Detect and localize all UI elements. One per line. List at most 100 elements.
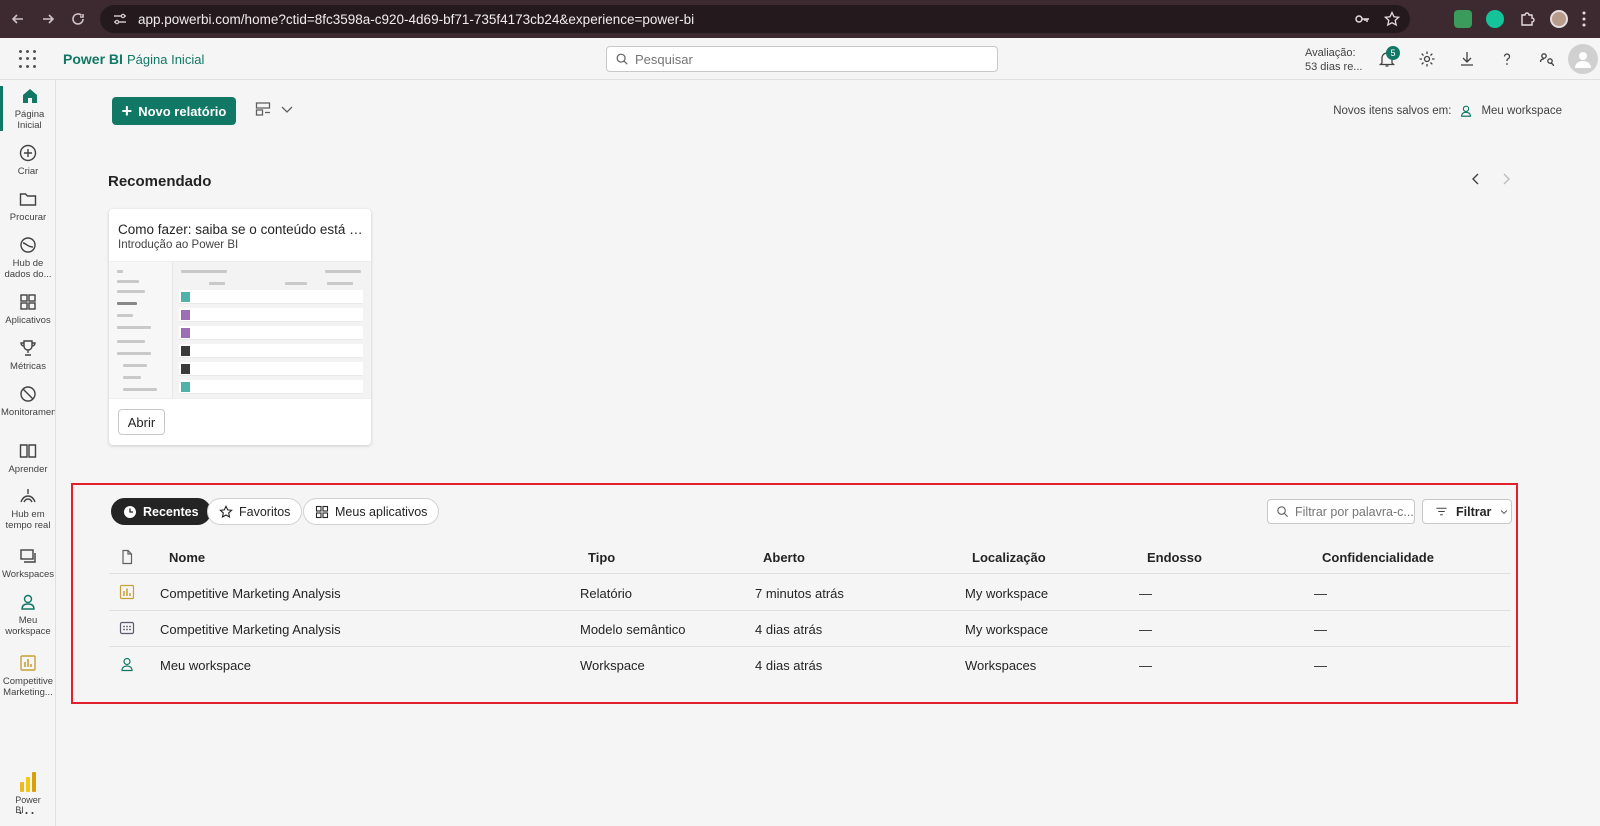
cell-sensitivity: —	[1314, 586, 1327, 601]
tab-favorites[interactable]: Favoritos	[207, 498, 303, 525]
brand-name[interactable]: Power BI	[63, 51, 123, 67]
file-icon	[122, 549, 133, 565]
table-row[interactable]: Competitive Marketing Analysis Relatório…	[109, 575, 1511, 611]
report-icon	[20, 655, 36, 671]
feedback-button[interactable]	[1537, 49, 1557, 69]
rail-item-label: Hub em tempo real	[5, 509, 51, 531]
search-icon	[1277, 506, 1289, 518]
rail-item-metrics[interactable]: Métricas	[0, 338, 56, 372]
column-name[interactable]: Nome	[169, 550, 205, 565]
cell-location[interactable]: My workspace	[965, 586, 1048, 601]
bookmark-star-icon[interactable]	[1384, 11, 1400, 27]
site-settings-icon[interactable]	[112, 11, 128, 27]
card-thumbnail	[109, 261, 371, 399]
tab-my-apps[interactable]: Meus aplicativos	[303, 498, 440, 525]
recommended-card[interactable]: Como fazer: saiba se o conteúdo está atu…	[109, 209, 371, 445]
rail-item-monitoring[interactable]: Monitoramento	[0, 384, 56, 418]
rail-item-workspaces[interactable]: Workspaces	[0, 546, 56, 580]
column-opened[interactable]: Aberto	[763, 550, 805, 565]
rail-item-home[interactable]: Página Inicial	[0, 86, 56, 131]
powerbi-logo: Power BI	[15, 772, 41, 826]
cell-location[interactable]: Workspaces	[965, 658, 1036, 673]
keyword-filter[interactable]	[1267, 499, 1415, 524]
table-row[interactable]: Competitive Marketing Analysis Modelo se…	[109, 611, 1511, 647]
column-type[interactable]: Tipo	[588, 550, 615, 565]
forward-button[interactable]	[34, 5, 62, 33]
gear-icon	[1419, 51, 1435, 67]
tab-label: Meus aplicativos	[335, 504, 428, 519]
chevron-right-icon[interactable]	[1498, 171, 1514, 187]
cell-location[interactable]: My workspace	[965, 622, 1048, 637]
reload-button[interactable]	[64, 5, 92, 33]
key-icon[interactable]	[1354, 11, 1370, 27]
more-vertical-icon[interactable]	[1582, 11, 1586, 27]
cell-type: Workspace	[580, 658, 645, 673]
help-button[interactable]	[1497, 49, 1517, 69]
rail-item-label: Hub de dados do...	[4, 258, 52, 280]
rail-item-my-workspace[interactable]: Meu workspace	[0, 592, 56, 637]
layout-toggle[interactable]	[255, 101, 295, 117]
saved-in-workspace[interactable]: Meu workspace	[1481, 105, 1562, 117]
open-button[interactable]: Abrir	[118, 409, 165, 435]
url-text: app.powerbi.com/home?ctid=8fc3598a-c920-…	[138, 11, 695, 27]
back-button[interactable]	[4, 5, 32, 33]
data-hub-icon	[20, 237, 36, 253]
rail-item-realtime-hub[interactable]: Hub em tempo real	[0, 486, 56, 531]
cell-type: Relatório	[580, 586, 633, 601]
recommended-title: Recomendado	[108, 173, 212, 190]
grammar-extension-icon[interactable]	[1486, 10, 1504, 28]
rail-item-browse[interactable]: Procurar	[0, 189, 56, 223]
person-icon	[21, 594, 35, 610]
trial-status[interactable]: Avaliação: 53 dias re...	[1305, 46, 1362, 74]
download-icon	[1461, 52, 1473, 66]
address-bar[interactable]: app.powerbi.com/home?ctid=8fc3598a-c920-…	[100, 5, 1410, 33]
realtime-icon	[20, 489, 36, 503]
filter-label: Filtrar	[1456, 504, 1492, 519]
account-avatar[interactable]	[1568, 44, 1598, 74]
saved-in-info: Novos itens salvos em: Meu workspace	[1333, 104, 1562, 118]
puzzle-icon[interactable]	[1518, 10, 1536, 28]
cell-endorsement: —	[1139, 622, 1152, 637]
app-header: Power BI Página Inicial Avaliação: 53 di…	[0, 38, 1600, 80]
cell-name[interactable]: Meu workspace	[160, 658, 251, 673]
rail-item-label: Competitive Marketing...	[2, 676, 54, 698]
notification-count-badge: 5	[1386, 46, 1400, 60]
settings-button[interactable]	[1417, 49, 1437, 69]
search-input[interactable]	[635, 51, 975, 67]
breadcrumb[interactable]: Página Inicial	[127, 52, 204, 67]
trophy-icon	[20, 340, 36, 356]
powerbi-logo-icon	[20, 772, 36, 792]
rail-item-label: Página Inicial	[14, 109, 45, 131]
tab-recents[interactable]: Recentes	[111, 498, 211, 525]
rail-item-learn[interactable]: Aprender	[0, 441, 56, 475]
app-launcher-icon[interactable]	[19, 50, 37, 68]
rail-item-label: Meu workspace	[5, 615, 51, 637]
cell-opened: 7 minutos atrás	[755, 586, 844, 601]
rail-item-competitive-marketing[interactable]: Competitive Marketing...	[0, 653, 56, 698]
apps-icon	[20, 294, 36, 310]
global-search[interactable]	[606, 46, 998, 72]
cell-name[interactable]: Competitive Marketing Analysis	[160, 586, 341, 601]
chevron-left-icon[interactable]	[1468, 171, 1484, 187]
column-endorsement[interactable]: Endosso	[1147, 550, 1202, 565]
card-subtitle: Introdução ao Power BI	[118, 239, 239, 251]
cell-name[interactable]: Competitive Marketing Analysis	[160, 622, 341, 637]
rail-item-label: Aplicativos	[5, 315, 51, 326]
profile-avatar-icon[interactable]	[1550, 10, 1568, 28]
filter-button[interactable]: Filtrar	[1422, 499, 1512, 524]
person-silhouette-icon	[1575, 52, 1591, 68]
keyword-filter-input[interactable]	[1295, 504, 1413, 519]
column-location[interactable]: Localização	[972, 550, 1046, 565]
column-sensitivity[interactable]: Confidencialidade	[1322, 550, 1434, 565]
rail-item-data-hub[interactable]: Hub de dados do...	[0, 235, 56, 280]
rail-item-label: Aprender	[8, 464, 48, 475]
rail-item-apps[interactable]: Aplicativos	[0, 292, 56, 326]
person-icon	[121, 657, 133, 672]
rail-item-create[interactable]: Criar	[0, 143, 56, 177]
mail-extension-icon[interactable]	[1454, 10, 1472, 28]
new-report-button[interactable]: + Novo relatório	[112, 97, 236, 125]
download-button[interactable]	[1457, 49, 1477, 69]
tab-label: Recentes	[143, 504, 199, 519]
cell-opened: 4 dias atrás	[755, 658, 823, 673]
table-row[interactable]: Meu workspace Workspace 4 dias atrás Wor…	[109, 647, 1511, 683]
